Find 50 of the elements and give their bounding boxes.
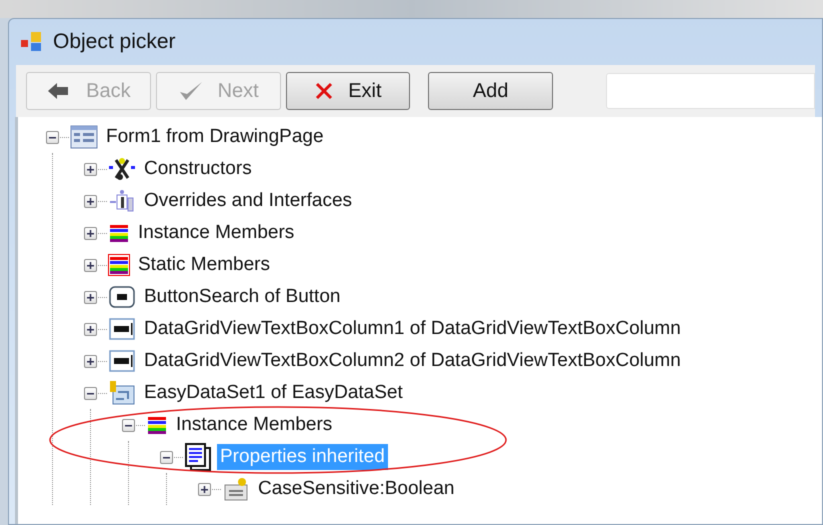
plus-icon bbox=[86, 164, 95, 174]
expand-toggle[interactable] bbox=[84, 226, 97, 240]
collapse-toggle[interactable] bbox=[84, 386, 97, 400]
tree-item-label[interactable]: DataGridViewTextBoxColumn1 of DataGridViewTextBoxColumn bbox=[141, 316, 684, 342]
document-icon bbox=[184, 443, 212, 471]
window-title: Object picker bbox=[53, 29, 176, 56]
add-button[interactable]: Add bbox=[428, 72, 553, 110]
tree-item-label[interactable]: CaseSensitive:Boolean bbox=[255, 476, 458, 502]
checkmark-icon bbox=[178, 80, 204, 102]
app-icon bbox=[19, 31, 43, 53]
expand-toggle[interactable] bbox=[84, 354, 97, 368]
tree-item-label[interactable]: Static Members bbox=[135, 252, 273, 278]
textbox-control-icon bbox=[108, 317, 136, 341]
colored-bars-icon bbox=[108, 254, 130, 276]
plus-icon bbox=[86, 292, 95, 302]
property-icon bbox=[222, 477, 250, 501]
expand-toggle[interactable] bbox=[84, 322, 97, 336]
plus-icon bbox=[86, 228, 95, 238]
colored-bars-icon bbox=[146, 414, 168, 436]
dataset-icon bbox=[108, 380, 136, 406]
tree-item-label[interactable]: Form1 from DrawingPage bbox=[103, 124, 327, 150]
close-icon bbox=[314, 81, 334, 101]
expand-toggle[interactable] bbox=[198, 482, 211, 496]
colored-bars-icon bbox=[108, 222, 130, 244]
plus-icon bbox=[86, 356, 95, 366]
expand-toggle[interactable] bbox=[84, 290, 97, 304]
tree-item-label[interactable]: EasyDataSet1 of EasyDataSet bbox=[141, 380, 406, 406]
collapse-toggle[interactable] bbox=[122, 418, 135, 432]
expand-toggle[interactable] bbox=[84, 258, 97, 272]
button-control-icon bbox=[108, 285, 136, 309]
interface-icon bbox=[108, 189, 136, 213]
exit-button[interactable]: Exit bbox=[286, 72, 410, 110]
textbox-control-icon bbox=[108, 349, 136, 373]
expand-toggle[interactable] bbox=[84, 194, 97, 208]
plus-icon bbox=[86, 324, 95, 334]
tree-item-label[interactable]: Overrides and Interfaces bbox=[141, 188, 356, 214]
search-field[interactable] bbox=[606, 73, 815, 109]
tree-item-label[interactable]: DataGridViewTextBoxColumn2 of DataGridViewTextBoxColumn bbox=[141, 348, 684, 374]
plus-icon bbox=[200, 484, 209, 494]
worker-icon bbox=[108, 157, 136, 181]
tree-item-label[interactable]: Instance Members bbox=[173, 412, 336, 438]
collapse-toggle[interactable] bbox=[160, 450, 173, 464]
collapse-toggle[interactable] bbox=[46, 130, 59, 144]
expand-toggle[interactable] bbox=[84, 162, 97, 176]
plus-icon bbox=[86, 260, 95, 270]
tree-item-label[interactable]: Constructors bbox=[141, 156, 255, 182]
form-icon bbox=[70, 125, 98, 149]
plus-icon bbox=[86, 196, 95, 206]
tree-item-label[interactable]: Instance Members bbox=[135, 220, 298, 246]
tree-item-label[interactable]: ButtonSearch of Button bbox=[141, 284, 344, 310]
